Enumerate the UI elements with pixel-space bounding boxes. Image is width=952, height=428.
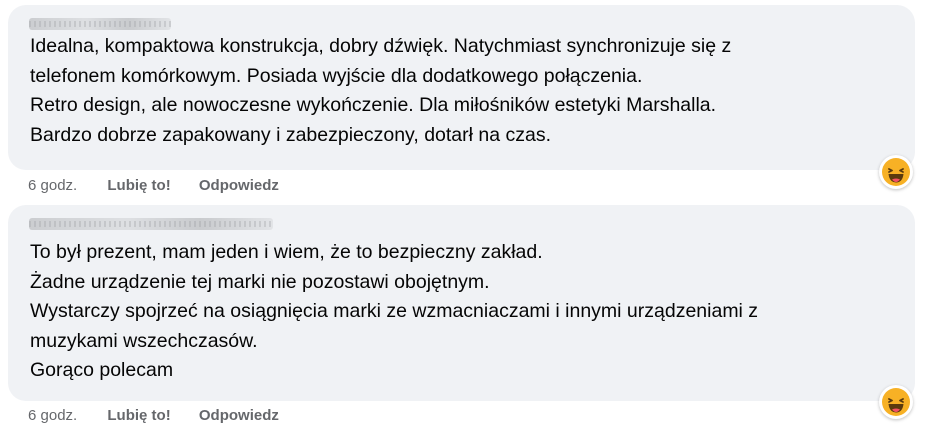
comment-text-line: Gorąco polecam (30, 359, 174, 381)
reply-button[interactable]: Odpowiedz (199, 407, 279, 424)
comment-actions: 6 godz. Lubię to! Odpowiedz (28, 407, 279, 424)
haha-emoji-icon[interactable] (879, 155, 913, 189)
comment-text: To był prezent, mam jeden i wiem, że to … (30, 238, 758, 386)
blurred-author-name[interactable] (29, 218, 273, 230)
comment-timestamp[interactable]: 6 godz. (28, 177, 77, 194)
comment-timestamp[interactable]: 6 godz. (28, 407, 77, 424)
comment-text-line: Retro design, ale nowoczesne wykończenie… (30, 94, 717, 116)
comment-actions: 6 godz. Lubię to! Odpowiedz (28, 177, 279, 194)
like-button[interactable]: Lubię to! (107, 407, 170, 424)
haha-emoji-icon[interactable] (879, 385, 913, 419)
comment-text-line: Bardzo dobrze zapakowany i zabezpieczony… (30, 123, 552, 146)
like-button[interactable]: Lubię to! (107, 177, 170, 194)
comment-text-line: Żadne urządzenie tej marki nie pozostawi… (30, 270, 490, 293)
comment-text-line: Wystarczy spojrzeć na osiągnięcia marki … (30, 300, 759, 322)
reply-button[interactable]: Odpowiedz (199, 177, 279, 194)
comment-text: Idealna, kompaktowa konstrukcja, dobry d… (30, 32, 731, 150)
comment-text-line: telefonem komórkowym. Posiada wyjście dl… (30, 64, 643, 87)
comment-bubble: Idealna, kompaktowa konstrukcja, dobry d… (8, 5, 915, 170)
comment-bubble: To był prezent, mam jeden i wiem, że to … (8, 205, 915, 401)
comment-text-line: Idealna, kompaktowa konstrukcja, dobry d… (30, 35, 732, 57)
blurred-author-name[interactable] (29, 18, 171, 30)
comment-text-line: To był prezent, mam jeden i wiem, że to … (30, 241, 543, 263)
comment-text-line: muzykami wszechczasów. (30, 329, 258, 352)
